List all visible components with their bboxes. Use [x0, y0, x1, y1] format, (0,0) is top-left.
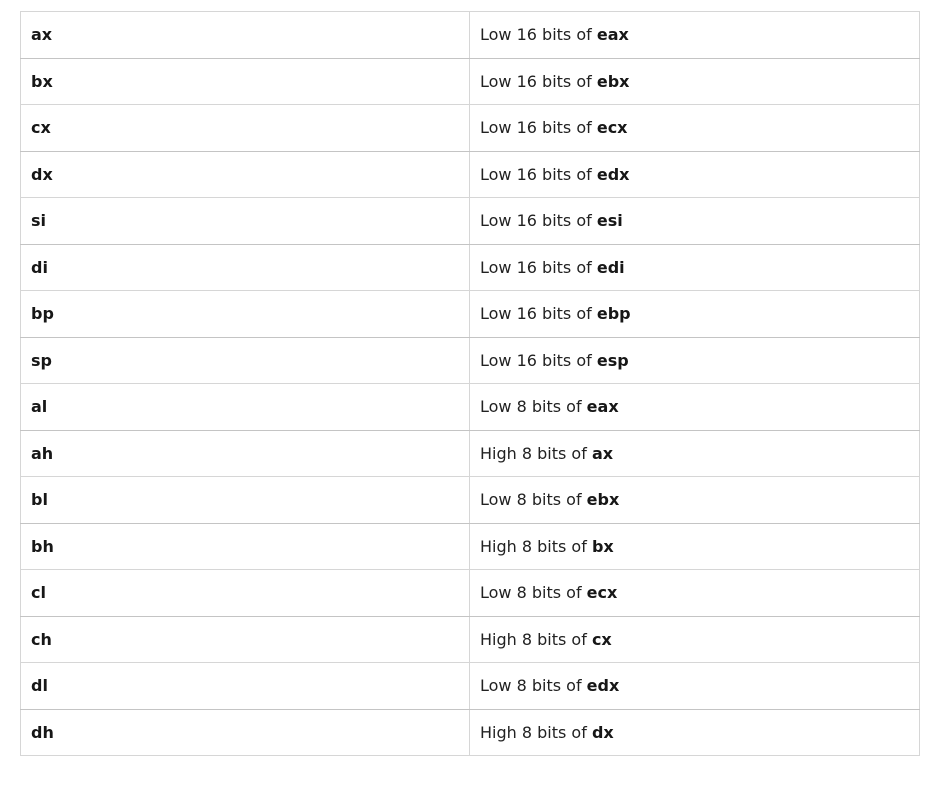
- source-register: esp: [596, 350, 629, 370]
- source-register: cx: [591, 629, 612, 649]
- register-description-cell: High 8 bits of dx: [469, 708, 920, 756]
- register-description: High 8 bits of: [480, 443, 592, 463]
- register-description-cell: Low 16 bits of edi: [469, 243, 920, 291]
- register-name-cell: si: [20, 197, 470, 245]
- register-description: Low 8 bits of: [480, 397, 587, 417]
- register-name: bl: [31, 490, 48, 510]
- table-row: cl Low 8 bits of ecx: [20, 569, 920, 617]
- register-name: bh: [31, 536, 54, 556]
- table-row: bl Low 8 bits of ebx: [20, 476, 920, 524]
- source-register: eax: [586, 397, 619, 417]
- source-register: edi: [596, 257, 625, 277]
- register-name-cell: al: [20, 383, 470, 431]
- register-name-cell: ch: [20, 615, 470, 663]
- register-table-body: ax Low 16 bits of eax bx Low 16 bits of …: [20, 11, 920, 756]
- register-description-cell: High 8 bits of bx: [469, 522, 920, 570]
- table-row: bh High 8 bits of bx: [20, 522, 920, 570]
- register-name: si: [31, 211, 47, 231]
- register-name: al: [31, 397, 48, 417]
- table-row: ax Low 16 bits of eax: [20, 11, 920, 59]
- table-row: ah High 8 bits of ax: [20, 429, 920, 477]
- register-name: di: [31, 257, 48, 277]
- register-description: Low 16 bits of: [480, 304, 597, 324]
- source-register: ax: [591, 443, 614, 463]
- register-description: Low 16 bits of: [480, 118, 597, 138]
- source-register: ecx: [596, 118, 628, 138]
- register-description: Low 16 bits of: [480, 211, 597, 231]
- register-name: bp: [31, 304, 54, 324]
- table-row: sp Low 16 bits of esp: [20, 336, 920, 384]
- register-description: High 8 bits of: [480, 722, 592, 742]
- register-name: dh: [31, 722, 54, 742]
- register-name-cell: bl: [20, 476, 470, 524]
- table-row: dl Low 8 bits of edx: [20, 662, 920, 710]
- register-description-cell: Low 8 bits of eax: [469, 383, 920, 431]
- register-name-cell: dh: [20, 708, 470, 756]
- register-description-cell: Low 16 bits of ebp: [469, 290, 920, 338]
- source-register: edx: [596, 164, 630, 184]
- register-name-cell: cl: [20, 569, 470, 617]
- register-description-cell: High 8 bits of cx: [469, 615, 920, 663]
- table-row: ch High 8 bits of cx: [20, 615, 920, 663]
- register-description: Low 16 bits of: [480, 71, 597, 91]
- source-register: eax: [596, 25, 629, 45]
- register-name-cell: bx: [20, 57, 470, 105]
- register-description-cell: Low 16 bits of eax: [469, 11, 920, 59]
- register-description: Low 16 bits of: [480, 164, 597, 184]
- register-name-cell: ah: [20, 429, 470, 477]
- source-register: ebp: [596, 304, 631, 324]
- source-register: bx: [591, 536, 614, 556]
- register-description: Low 8 bits of: [480, 676, 587, 696]
- register-description: Low 8 bits of: [480, 583, 587, 603]
- register-table: ax Low 16 bits of eax bx Low 16 bits of …: [20, 11, 920, 756]
- register-name: ax: [31, 25, 53, 45]
- register-description-cell: Low 16 bits of esi: [469, 197, 920, 245]
- source-register: dx: [591, 722, 614, 742]
- register-name-cell: di: [20, 243, 470, 291]
- source-register: ebx: [596, 71, 630, 91]
- register-name: dl: [31, 676, 48, 696]
- register-description: Low 16 bits of: [480, 257, 597, 277]
- register-name-cell: dl: [20, 662, 470, 710]
- register-description: High 8 bits of: [480, 536, 592, 556]
- table-row: di Low 16 bits of edi: [20, 243, 920, 291]
- register-description: High 8 bits of: [480, 629, 592, 649]
- register-name: bx: [31, 71, 53, 91]
- table-row: bp Low 16 bits of ebp: [20, 290, 920, 338]
- table-row: cx Low 16 bits of ecx: [20, 104, 920, 152]
- register-name: ah: [31, 443, 54, 463]
- register-description-cell: Low 16 bits of ebx: [469, 57, 920, 105]
- register-description-cell: Low 8 bits of edx: [469, 662, 920, 710]
- register-description: Low 16 bits of: [480, 25, 597, 45]
- register-description-cell: Low 8 bits of ebx: [469, 476, 920, 524]
- register-name: cl: [31, 583, 46, 603]
- register-description-cell: Low 16 bits of ecx: [469, 104, 920, 152]
- register-name-cell: dx: [20, 150, 470, 198]
- register-description-cell: High 8 bits of ax: [469, 429, 920, 477]
- register-name-cell: ax: [20, 11, 470, 59]
- register-name: dx: [31, 164, 53, 184]
- register-name-cell: sp: [20, 336, 470, 384]
- table-row: dh High 8 bits of dx: [20, 708, 920, 756]
- register-name: sp: [31, 350, 52, 370]
- register-name-cell: bh: [20, 522, 470, 570]
- register-description: Low 16 bits of: [480, 350, 597, 370]
- source-register: ebx: [586, 490, 620, 510]
- register-name: ch: [31, 629, 52, 649]
- source-register: edx: [586, 676, 620, 696]
- source-register: ecx: [586, 583, 618, 603]
- register-description-cell: Low 16 bits of esp: [469, 336, 920, 384]
- table-row: bx Low 16 bits of ebx: [20, 57, 920, 105]
- table-row: dx Low 16 bits of edx: [20, 150, 920, 198]
- table-row: al Low 8 bits of eax: [20, 383, 920, 431]
- register-description-cell: Low 8 bits of ecx: [469, 569, 920, 617]
- register-name: cx: [31, 118, 51, 138]
- register-name-cell: cx: [20, 104, 470, 152]
- register-name-cell: bp: [20, 290, 470, 338]
- source-register: esi: [596, 211, 623, 231]
- table-row: si Low 16 bits of esi: [20, 197, 920, 245]
- register-description: Low 8 bits of: [480, 490, 587, 510]
- register-description-cell: Low 16 bits of edx: [469, 150, 920, 198]
